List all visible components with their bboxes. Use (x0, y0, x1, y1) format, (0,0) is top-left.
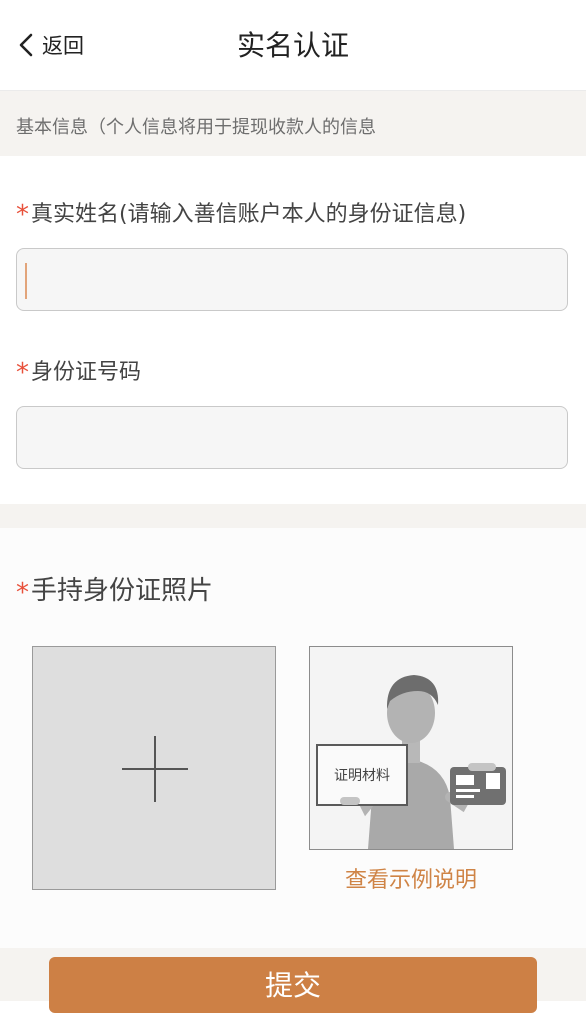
required-mark: * (16, 578, 29, 608)
info-text: 基本信息（个人信息将用于提现收款人的信息 (16, 117, 376, 138)
section-divider (0, 504, 586, 528)
page-title: 实名认证 (236, 29, 349, 62)
id-number-input[interactable] (16, 406, 568, 469)
person-holding-id-illustration: 证明材料 (316, 675, 506, 849)
photo-label-text: 手持身份证照片 (31, 576, 214, 606)
name-field-label: *真实姓名(请输入善信账户本人的身份证信息) (16, 196, 466, 230)
info-section-header: 基本信息（个人信息将用于提现收款人的信息 (0, 91, 586, 156)
name-label-text: 真实姓名(请输入善信账户本人的身份证信息) (31, 202, 467, 227)
submit-button[interactable]: 提交 (49, 957, 537, 1013)
id-label-text: 身份证号码 (31, 360, 142, 385)
required-mark: * (16, 358, 29, 388)
navbar: 返回 实名认证 (0, 0, 586, 91)
id-field-label: *身份证号码 (16, 354, 141, 388)
text-cursor (25, 263, 27, 299)
plus-icon-bar (122, 768, 188, 770)
real-name-input[interactable] (16, 248, 568, 311)
view-example-link[interactable]: 查看示例说明 (309, 862, 513, 894)
basic-info-form: *真实姓名(请输入善信账户本人的身份证信息) *身份证号码 (0, 156, 586, 504)
required-mark: * (16, 200, 29, 230)
footer: 提交 (0, 948, 586, 1013)
example-photo: 证明材料 (309, 646, 513, 850)
photo-field-label: *手持身份证照片 (16, 570, 213, 608)
example-card-text: 证明材料 (334, 768, 390, 784)
photo-upload-button[interactable] (32, 646, 276, 890)
id-photo-section: *手持身份证照片 证明材料 查看示例说明 (0, 528, 586, 948)
